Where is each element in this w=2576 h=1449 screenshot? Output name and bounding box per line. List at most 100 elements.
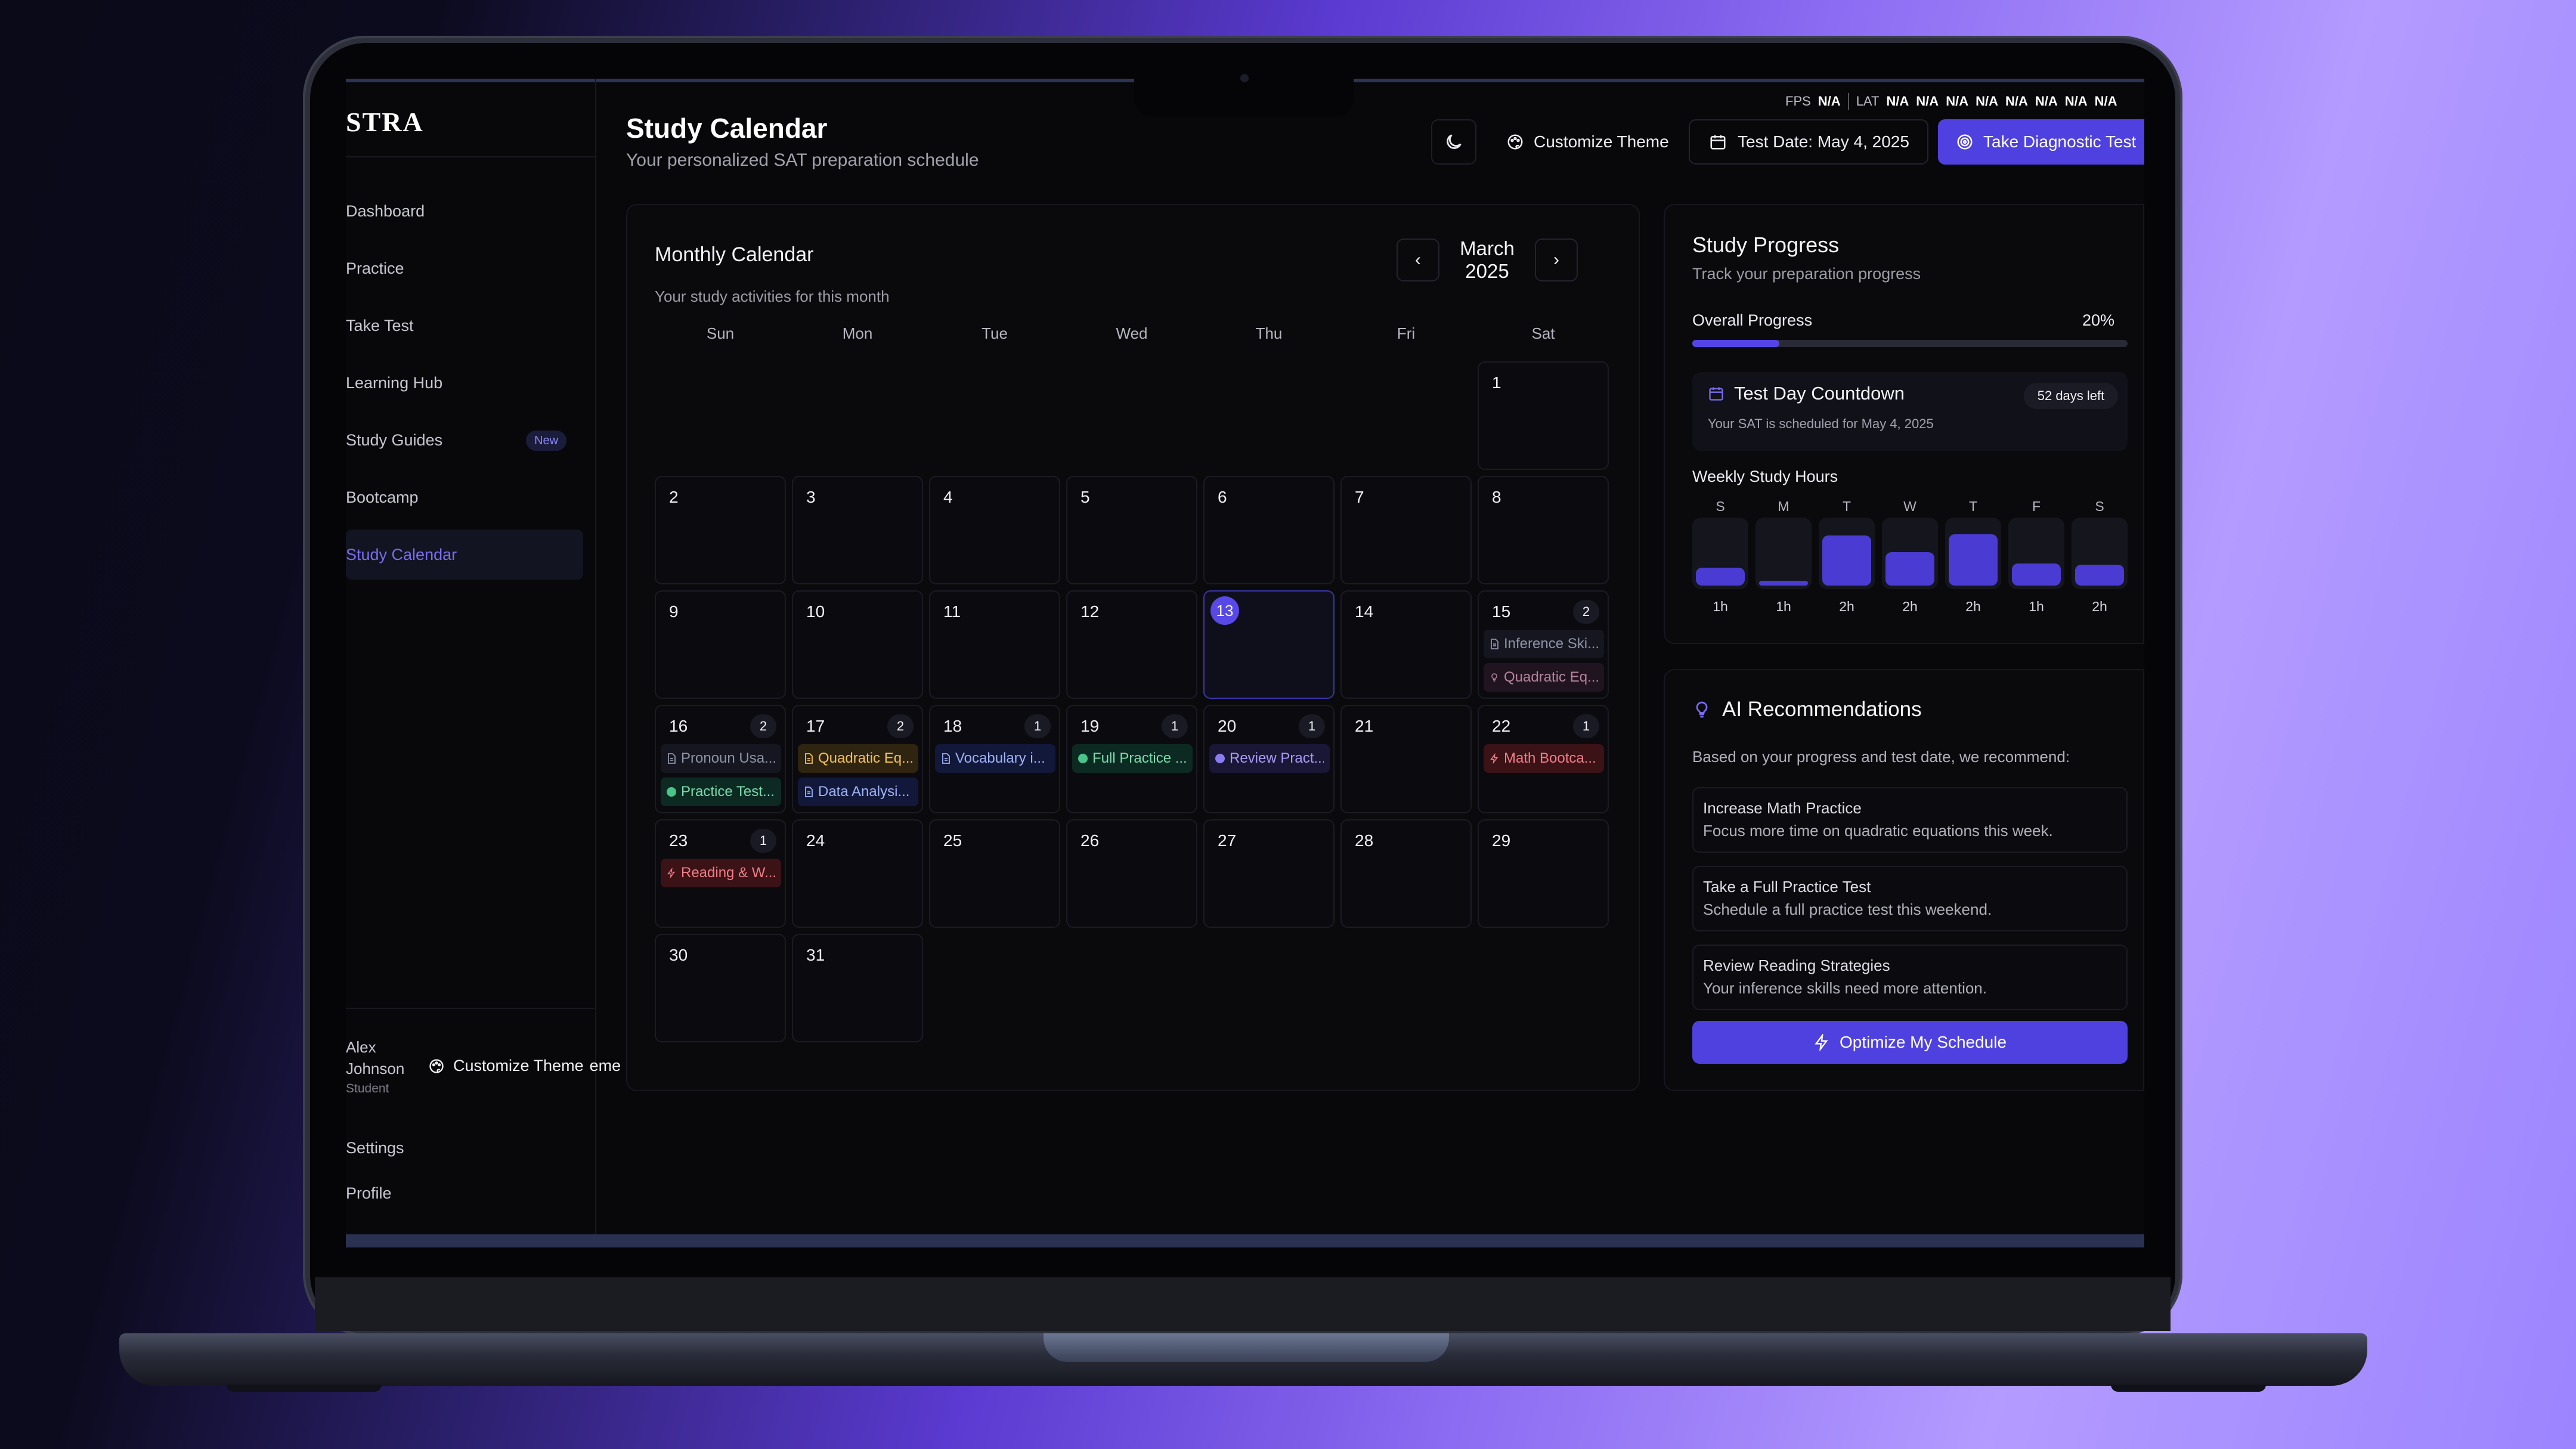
event-title: Reading & W... xyxy=(681,865,775,881)
weekly-hours-fill xyxy=(1885,552,1934,586)
day-number: 12 xyxy=(1080,602,1100,621)
weekly-day-label: S xyxy=(1716,499,1725,514)
sidebar-customize-theme-button[interactable]: Customize Theme eme xyxy=(428,1057,621,1075)
calendar-day[interactable]: 16 2 Pronoun Usa... Practice Test... xyxy=(655,705,786,813)
day-number: 23 xyxy=(669,831,688,850)
sidebar-item-learning-hub[interactable]: Learning Hub xyxy=(346,358,583,408)
sidebar-item-bootcamp[interactable]: Bootcamp xyxy=(346,472,583,522)
calendar-day[interactable]: 18 1 Vocabulary i... xyxy=(929,705,1060,813)
recommendation-card[interactable]: Increase Math Practice Focus more time o… xyxy=(1692,787,2128,853)
take-diagnostic-test-button[interactable]: Take Diagnostic Test xyxy=(1938,119,2144,165)
weekly-hours-value: 1h xyxy=(1776,599,1791,614)
calendar-day[interactable]: 19 1 Full Practice ... xyxy=(1066,705,1197,813)
calendar-event[interactable]: Review Pract... xyxy=(1209,744,1330,773)
target-icon xyxy=(1957,134,1973,150)
progress-subtitle: Track your preparation progress xyxy=(1692,265,1921,283)
calendar-day[interactable]: 11 xyxy=(929,590,1060,699)
calendar-day[interactable]: 14 xyxy=(1340,590,1472,699)
calendar-day[interactable]: 7 xyxy=(1340,476,1472,584)
sidebar-item-study-calendar[interactable]: Study Calendar xyxy=(346,530,583,580)
calendar-day[interactable]: 1 xyxy=(1478,361,1609,470)
document-icon xyxy=(942,753,950,764)
calendar-day[interactable]: 31 xyxy=(792,934,923,1042)
user-role: Student xyxy=(346,1082,389,1095)
calendar-day[interactable]: 23 1 Reading & W... xyxy=(655,819,786,928)
recommendation-card[interactable]: Review Reading Strategies Your inference… xyxy=(1692,945,2128,1010)
event-count-badge: 1 xyxy=(750,829,776,853)
calendar-day[interactable]: 20 1 Review Pract... xyxy=(1203,705,1335,813)
document-icon xyxy=(805,787,813,797)
calendar-event[interactable]: Inference Ski... xyxy=(1484,630,1604,658)
calendar-event[interactable]: Pronoun Usa... xyxy=(661,744,781,773)
recommendation-desc: Your inference skills need more attentio… xyxy=(1703,979,1987,997)
calendar-day[interactable]: 21 xyxy=(1340,705,1472,813)
calendar-day[interactable]: 12 xyxy=(1066,590,1197,699)
calendar-day[interactable]: 26 xyxy=(1066,819,1197,928)
calendar-day[interactable]: 3 xyxy=(792,476,923,584)
calendar-day[interactable]: 17 2 Quadratic Eq... Data Analysi... xyxy=(792,705,923,813)
sidebar-item-dashboard[interactable]: Dashboard xyxy=(346,186,583,236)
calendar-event[interactable]: Quadratic Eq... xyxy=(798,744,918,773)
calendar-day[interactable]: 28 xyxy=(1340,819,1472,928)
test-date-button[interactable]: Test Date: May 4, 2025 xyxy=(1689,119,1928,165)
customize-theme-label: Customize Theme xyxy=(453,1057,584,1075)
laptop-base-notch xyxy=(1044,1333,1449,1362)
event-count-badge: 1 xyxy=(1024,714,1051,738)
calendar-day[interactable]: 6 xyxy=(1203,476,1335,584)
calendar-day[interactable]: 22 1 Math Bootca... xyxy=(1478,705,1609,813)
calendar-event[interactable]: Full Practice ... xyxy=(1072,744,1193,773)
event-title: Inference Ski... xyxy=(1504,636,1598,652)
calendar-day[interactable]: 8 xyxy=(1478,476,1609,584)
calendar-day[interactable]: 27 xyxy=(1203,819,1335,928)
day-number: 14 xyxy=(1355,602,1374,621)
ai-subtitle: Based on your progress and test date, we… xyxy=(1692,748,2070,766)
calendar-event[interactable]: Practice Test... xyxy=(661,778,781,806)
calendar-day[interactable]: 9 xyxy=(655,590,786,699)
calendar-event[interactable]: Reading & W... xyxy=(661,859,781,887)
sidebar-item-label: Study Guides xyxy=(346,431,443,449)
calendar-event[interactable]: Data Analysi... xyxy=(798,778,918,806)
status-dot-icon xyxy=(1078,754,1088,763)
calendar-day[interactable]: 29 xyxy=(1478,819,1609,928)
day-number: 18 xyxy=(943,717,962,735)
document-icon xyxy=(1491,639,1498,649)
recommendation-card[interactable]: Take a Full Practice Test Schedule a ful… xyxy=(1692,866,2128,931)
day-number: 9 xyxy=(669,602,679,621)
calendar-day[interactable]: 15 2 Inference Ski... Quadratic Eq... xyxy=(1478,590,1609,699)
calendar-day[interactable]: 4 xyxy=(929,476,1060,584)
customize-theme-button[interactable]: Customize Theme xyxy=(1493,119,1682,165)
weekday-header: Sun xyxy=(706,324,735,342)
weekly-day-label: S xyxy=(2095,499,2104,514)
day-number: 17 xyxy=(806,717,825,735)
calendar-day[interactable]: 2 xyxy=(655,476,786,584)
day-number: 29 xyxy=(1492,831,1511,850)
logo[interactable]: STRA xyxy=(346,106,424,138)
dark-mode-toggle[interactable] xyxy=(1431,119,1476,165)
event-title: Vocabulary i... xyxy=(955,750,1045,766)
event-title: Math Bootca... xyxy=(1504,750,1596,766)
calendar-day[interactable]: 25 xyxy=(929,819,1060,928)
profile-link[interactable]: Profile xyxy=(346,1184,392,1203)
calendar-event[interactable]: Vocabulary i... xyxy=(935,744,1055,773)
settings-link[interactable]: Settings xyxy=(346,1139,404,1157)
calendar-day[interactable]: 30 xyxy=(655,934,786,1042)
calendar-day-today[interactable]: 13 xyxy=(1203,590,1335,699)
sidebar-item-study-guides[interactable]: Study Guides New xyxy=(346,415,583,465)
camera-icon xyxy=(1240,74,1249,82)
calendar-event[interactable]: Math Bootca... xyxy=(1484,744,1604,773)
calendar-event[interactable]: Quadratic Eq... xyxy=(1484,663,1604,692)
next-month-button[interactable]: › xyxy=(1535,239,1578,281)
sidebar-item-take-test[interactable]: Take Test xyxy=(346,301,583,351)
calendar-day[interactable]: 10 xyxy=(792,590,923,699)
calendar-day[interactable]: 5 xyxy=(1066,476,1197,584)
day-number: 6 xyxy=(1218,488,1227,506)
sidebar-item-label: Practice xyxy=(346,259,404,277)
day-number: 8 xyxy=(1492,488,1501,506)
weekly-hours-fill xyxy=(1822,535,1871,586)
calendar-day[interactable]: 24 xyxy=(792,819,923,928)
prev-month-button[interactable]: ‹ xyxy=(1397,239,1439,281)
optimize-schedule-button[interactable]: Optimize My Schedule xyxy=(1692,1021,2128,1064)
sidebar-item-practice[interactable]: Practice xyxy=(346,243,583,293)
day-number: 25 xyxy=(943,831,962,850)
month-label: March 2025 xyxy=(1460,237,1515,282)
